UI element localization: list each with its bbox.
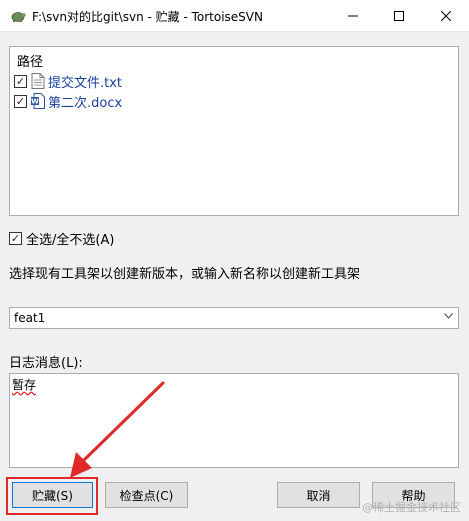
chevron-down-icon[interactable]: [444, 311, 453, 322]
maximize-icon: [394, 11, 404, 21]
shelf-name-combo[interactable]: feat1: [9, 307, 459, 329]
window-title: F:\svn对的比git\svn - 贮藏 - TortoiseSVN: [32, 10, 263, 24]
shelf-instruction: 选择现有工具架以创建新版本，或输入新名称以创建新工具架: [9, 267, 361, 282]
select-all-check-box[interactable]: ✓: [9, 232, 22, 245]
minimize-button[interactable]: [330, 0, 376, 32]
select-all-label: 全选/全不选(A): [26, 233, 115, 248]
title-bar: F:\svn对的比git\svn - 贮藏 - TortoiseSVN: [0, 0, 469, 32]
tortoise-icon: [11, 12, 26, 22]
stash-button[interactable]: 贮藏(S): [12, 482, 93, 508]
close-icon: [441, 11, 451, 21]
watermark: @稀土掘金技术社区: [362, 501, 461, 514]
maximize-button[interactable]: [376, 0, 422, 32]
log-message-text: 暂存: [12, 378, 37, 392]
select-all-checkbox[interactable]: ✓ 全选/全不选(A): [9, 229, 114, 248]
list-item[interactable]: ✓ 提交文件.txt: [14, 72, 123, 91]
file-checkbox[interactable]: ✓: [14, 94, 27, 108]
svg-text:W: W: [31, 98, 39, 106]
file-name: 第二次.docx: [48, 95, 123, 111]
changed-files-list[interactable]: 路径 ✓ 提交文件.txt ✓ W 第二次.docx: [9, 46, 459, 216]
checkpoint-button[interactable]: 检查点(C): [105, 482, 188, 508]
path-column-header[interactable]: 路径: [17, 51, 43, 70]
file-checkbox[interactable]: ✓: [14, 74, 27, 88]
minimize-icon: [348, 15, 358, 17]
list-item[interactable]: ✓ W 第二次.docx: [14, 92, 123, 111]
log-message-label: 日志消息(L):: [9, 356, 83, 371]
word-doc-icon: W: [31, 93, 45, 109]
close-button[interactable]: [423, 0, 469, 32]
file-name: 提交文件.txt: [48, 75, 123, 91]
text-file-icon: [31, 73, 45, 89]
cancel-button[interactable]: 取消: [277, 482, 360, 508]
log-message-input[interactable]: 暂存: [9, 373, 459, 468]
shelf-name-value: feat1: [14, 311, 46, 325]
